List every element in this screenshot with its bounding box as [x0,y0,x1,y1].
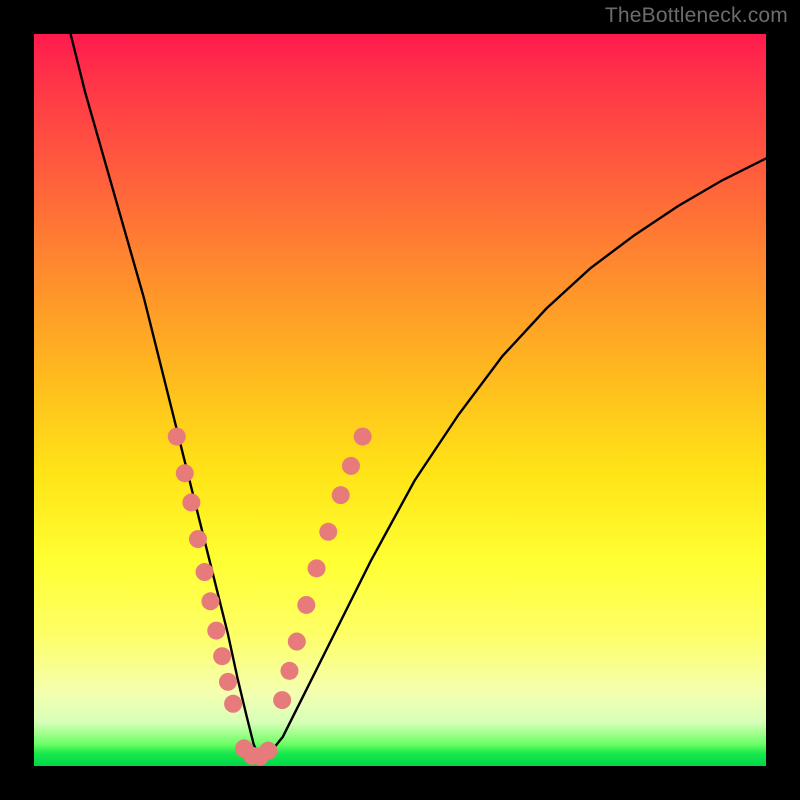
curve-svg [34,34,766,766]
frame-left [0,0,34,800]
curve-dot [354,428,372,446]
highlight-dots [168,428,372,766]
frame-right [766,0,800,800]
curve-dot [213,647,231,665]
frame-bottom [0,766,800,800]
curve-dot [224,695,242,713]
plot-area [34,34,766,766]
curve-dot [201,592,219,610]
bottleneck-curve [71,34,766,759]
curve-dot [297,596,315,614]
curve-dot [196,563,214,581]
curve-dot [342,457,360,475]
watermark-label: TheBottleneck.com [605,4,788,28]
curve-dot [308,559,326,577]
curve-dot [168,428,186,446]
curve-dot [219,673,237,691]
curve-dot [182,493,200,511]
curve-dot [273,691,291,709]
curve-dot [332,486,350,504]
curve-dot [259,742,277,760]
curve-dot [280,662,298,680]
curve-dot [319,523,337,541]
chart-stage: TheBottleneck.com [0,0,800,800]
curve-dot [189,530,207,548]
curve-dot [207,622,225,640]
curve-dot [288,633,306,651]
curve-dot [176,464,194,482]
